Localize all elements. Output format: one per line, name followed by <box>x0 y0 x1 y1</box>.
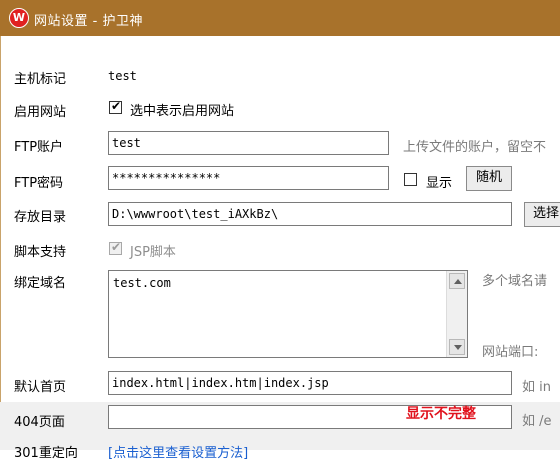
ftp-account-label: FTP账户 <box>14 140 64 155</box>
default-page-input[interactable]: index.html|index.htm|index.jsp <box>108 371 512 395</box>
page404-label: 404页面 <box>14 415 65 430</box>
domain-hint: 多个域名请 <box>482 274 548 289</box>
directory-label: 存放目录 <box>14 210 67 225</box>
redirect-help-link[interactable]: [点击这里查看设置方法] <box>108 442 248 461</box>
redirect-label: 301重定向 <box>14 446 78 461</box>
title-bar: W 网站设置 - 护卫神 <box>0 0 560 36</box>
directory-input[interactable]: D:\wwwroot\test_iAXkBz\ <box>108 202 512 226</box>
scroll-down-button[interactable] <box>449 339 465 355</box>
jsp-checkbox-label: JSP脚本 <box>130 245 176 260</box>
scroll-up-button[interactable] <box>449 273 465 289</box>
app-logo-letter: W <box>12 11 26 24</box>
domain-label: 绑定域名 <box>14 276 67 291</box>
jsp-checkbox[interactable]: ✔ <box>109 240 122 255</box>
check-mark-icon: ✔ <box>111 99 122 113</box>
port-label: 网站端口: <box>482 345 539 360</box>
ftp-password-input[interactable]: *************** <box>108 166 389 190</box>
ftp-password-label: FTP密码 <box>14 176 64 191</box>
default-page-hint: 如 in <box>522 380 551 395</box>
script-support-label: 脚本支持 <box>14 245 67 260</box>
ftp-account-input[interactable]: test <box>108 131 389 155</box>
show-password-label[interactable]: 显示 <box>426 172 452 191</box>
incomplete-display-notice: 显示不完整 <box>406 406 476 422</box>
ftp-account-hint: 上传文件的账户，留空不 <box>403 140 547 155</box>
check-mark-icon: ✔ <box>111 240 122 254</box>
domain-scrollbar[interactable] <box>446 271 467 357</box>
arrow-down-icon <box>454 345 462 350</box>
select-directory-button[interactable]: 选择 <box>524 202 560 227</box>
window-title: 网站设置 - 护卫神 <box>34 14 143 29</box>
enable-checkbox-label[interactable]: 选中表示启用网站 <box>130 100 234 119</box>
arrow-up-icon <box>454 279 462 284</box>
window-border <box>0 36 1 450</box>
domain-value: test.com <box>113 276 171 290</box>
enable-checkbox[interactable]: ✔ <box>109 99 122 114</box>
host-value: test <box>108 69 137 83</box>
show-password-checkbox[interactable] <box>404 173 417 186</box>
enable-label: 启用网站 <box>14 105 67 120</box>
app-logo-icon: W <box>9 8 29 28</box>
host-label: 主机标记 <box>14 72 67 87</box>
domain-textarea[interactable]: test.com <box>108 270 468 358</box>
random-password-button[interactable]: 随机 <box>466 166 512 191</box>
page404-hint: 如 /e <box>522 414 552 429</box>
default-page-label: 默认首页 <box>14 380 67 395</box>
